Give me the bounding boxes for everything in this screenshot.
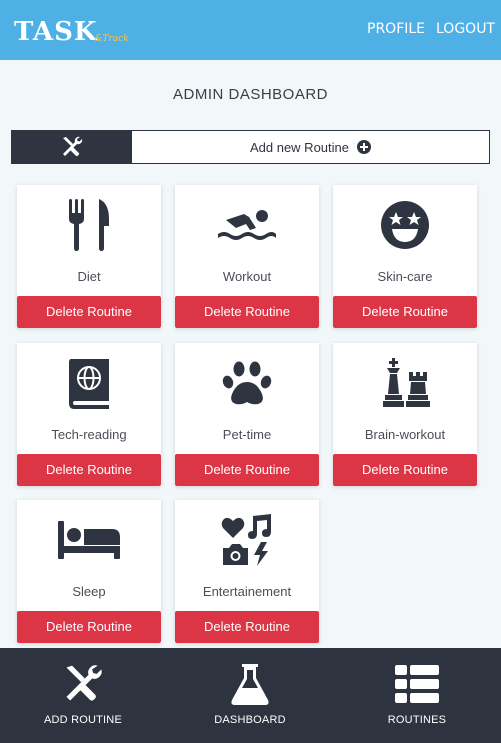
tools-icon <box>23 660 143 708</box>
delete-routine-button[interactable]: Delete Routine <box>17 611 161 643</box>
logout-link[interactable]: LOGOUT <box>436 21 495 37</box>
routine-name: Entertainement <box>202 584 292 599</box>
chess-icon <box>333 355 477 411</box>
list-icon <box>357 660 477 708</box>
swimmer-icon <box>175 197 319 253</box>
routine-name: Diet <box>77 269 101 284</box>
plus-circle-icon <box>357 140 371 154</box>
routine-card-diet: Diet Delete Routine <box>17 185 161 328</box>
globe-book-icon <box>17 355 161 411</box>
routine-card-sleep: Sleep Delete Routine <box>17 500 161 643</box>
routine-card-workout: Workout Delete Routine <box>175 185 319 328</box>
logo-main-text: TASK <box>14 17 98 47</box>
routine-name: Tech-reading <box>51 427 127 442</box>
delete-routine-button[interactable]: Delete Routine <box>17 296 161 328</box>
routine-card-entertainement: Entertainement Delete Routine <box>175 500 319 643</box>
star-eyes-face-icon <box>333 197 477 253</box>
bottom-navbar: ADD ROUTINE DASHBOARD ROUTINES <box>0 648 501 743</box>
logo-sub-text: &Track <box>94 34 129 44</box>
bottom-nav-dashboard[interactable]: DASHBOARD <box>190 660 310 726</box>
bottom-nav-add-routine[interactable]: ADD ROUTINE <box>23 660 143 726</box>
routine-card-tech-reading: Tech-reading Delete Routine <box>17 343 161 486</box>
bed-icon <box>17 512 161 568</box>
routine-name: Sleep <box>72 584 106 599</box>
delete-routine-button[interactable]: Delete Routine <box>17 454 161 486</box>
paw-icon <box>175 355 319 411</box>
add-routine-bar[interactable]: Add new Routine <box>11 130 490 164</box>
delete-routine-button[interactable]: Delete Routine <box>333 296 477 328</box>
tools-icon <box>12 131 132 163</box>
delete-routine-button[interactable]: Delete Routine <box>175 454 319 486</box>
routine-card-brain-workout: Brain-workout Delete Routine <box>333 343 477 486</box>
add-routine-label: Add new Routine <box>249 139 349 155</box>
add-routine-button[interactable]: Add new Routine <box>132 131 489 163</box>
page-title: ADMIN DASHBOARD <box>172 86 329 103</box>
routine-card-skin-care: Skin-care Delete Routine <box>333 185 477 328</box>
delete-routine-button[interactable]: Delete Routine <box>333 454 477 486</box>
utensils-icon <box>17 197 161 253</box>
routine-card-pet-time: Pet-time Delete Routine <box>175 343 319 486</box>
bottom-nav-label: ADD ROUTINE <box>44 714 122 726</box>
bottom-nav-label: ROUTINES <box>387 714 447 726</box>
top-navbar: TASK &Track PROFILE LOGOUT <box>0 0 501 60</box>
delete-routine-button[interactable]: Delete Routine <box>175 611 319 643</box>
flask-icon <box>190 660 310 708</box>
profile-link[interactable]: PROFILE <box>367 21 425 37</box>
routine-name: Brain-workout <box>364 427 446 442</box>
bottom-nav-routines[interactable]: ROUTINES <box>357 660 477 726</box>
bottom-nav-label: DASHBOARD <box>214 714 286 726</box>
app-logo[interactable]: TASK &Track <box>14 14 129 46</box>
icons-icon <box>175 512 319 568</box>
routine-name: Workout <box>222 269 272 284</box>
routine-name: Pet-time <box>222 427 272 442</box>
delete-routine-button[interactable]: Delete Routine <box>175 296 319 328</box>
routine-name: Skin-care <box>377 269 433 284</box>
